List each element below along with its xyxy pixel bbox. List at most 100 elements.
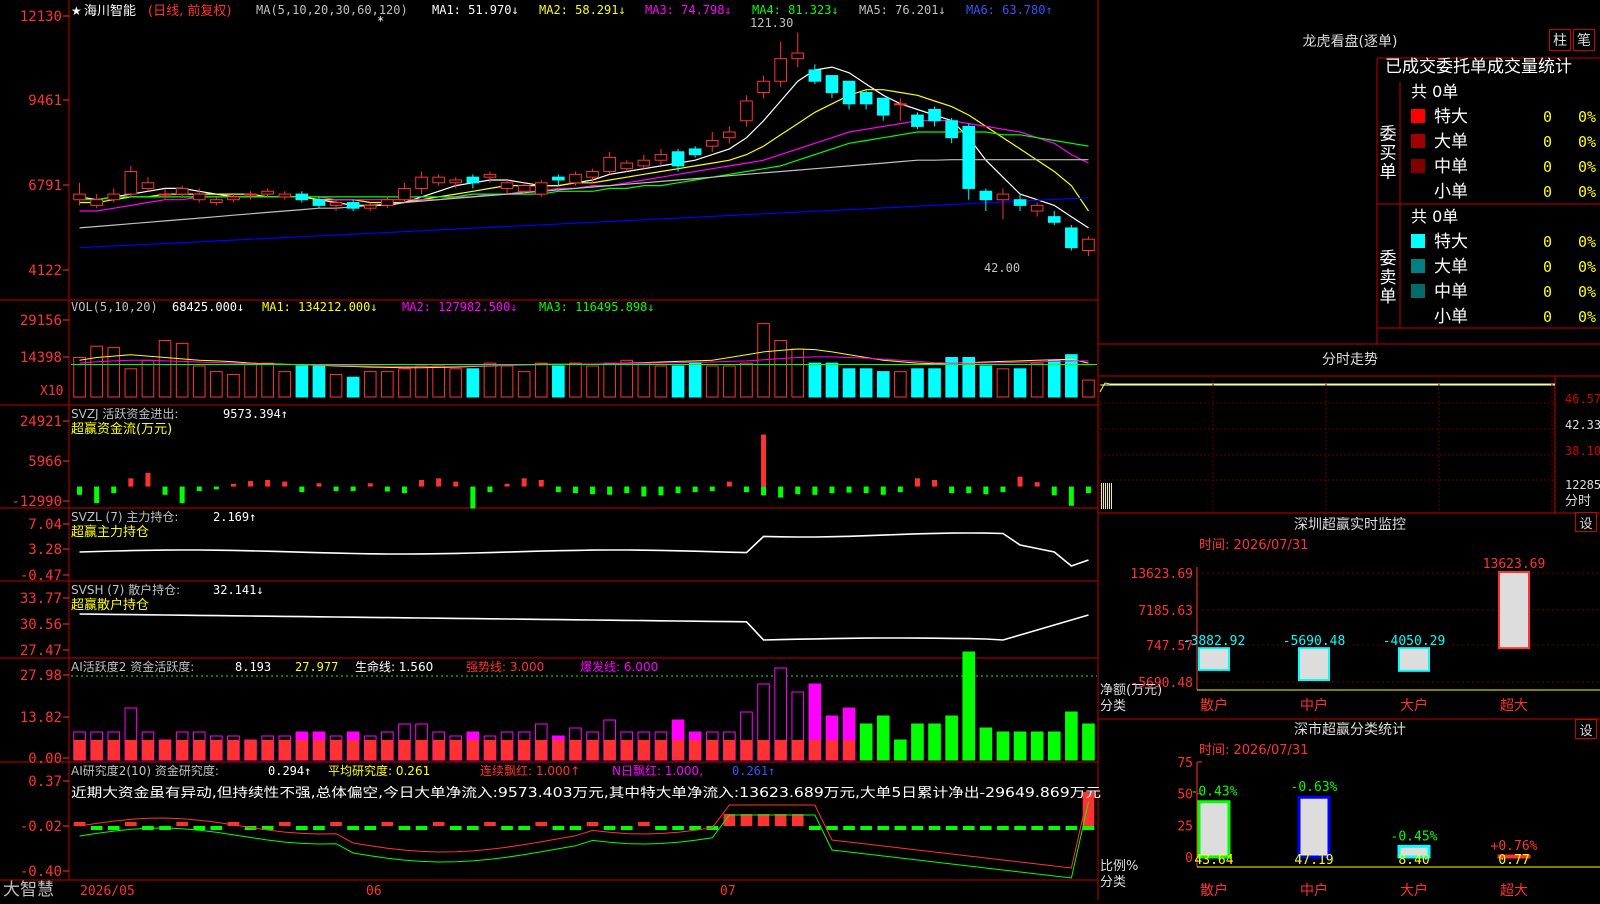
airesearch-bar [774,814,787,826]
sell-row-pct: 0% [1578,258,1596,276]
szstat-change-label: -0.45% [1391,829,1438,844]
volume-bar-down [295,365,309,398]
svzj-bar-outflow [77,486,83,495]
aiact-base-bar [244,740,257,760]
candle [381,196,394,209]
intraday-volume-bar [1109,483,1110,509]
candle-body-up [757,80,770,94]
candle-body-down [1047,216,1061,223]
svzj-tick: -12990 [11,494,62,510]
szmon-settings-button[interactable]: 设 [1575,512,1597,532]
sell-row-count: 0 [1543,233,1552,251]
intraday-volume-bar [1105,483,1106,509]
tick-mode-button[interactable]: 笔 [1573,29,1595,51]
intraday-volume-bar [1107,483,1108,509]
aiact-base-bar [809,740,821,760]
volume-bar-down [312,365,326,398]
airesearch-bar [928,826,941,830]
szstat-y-tick: 75 [1177,756,1193,771]
main-kline-chart[interactable]: 12130 9461 6791 4122 [20,9,1095,279]
aiact-value: 8.193 [235,660,271,674]
airesearch-bar [877,826,890,830]
candle-body-down [859,92,873,105]
candle [979,188,993,212]
airesearch-bar [569,826,582,830]
airesearch-bar [945,826,958,830]
candle-body-up [996,193,1010,201]
candle-body-up [124,171,138,195]
candle-body-up [449,179,463,184]
candle [227,194,240,203]
svzj-bar-inflow [538,479,544,487]
airesearch-bar [552,826,565,830]
sell-row-count: 0 [1543,283,1552,301]
svsh-subtitle: 超赢散户持仓 [71,597,149,613]
aiact-base-bar [980,740,992,760]
candle [740,95,753,127]
svzl-tick: 7.04 [28,517,62,533]
svzj-bar-outflow [333,486,339,491]
svzj-bar-outflow [709,486,715,491]
bar-mode-button[interactable]: 柱 [1549,29,1571,51]
candle-body-up [73,193,86,201]
svzl-chart[interactable]: 7.04 3.28 -0.47 [20,517,1089,584]
buy-row-pct: 0% [1578,183,1596,201]
candle [1030,202,1044,217]
candle-body-up [483,173,497,178]
volume-bar-down [671,365,685,398]
candle-body-down [979,190,993,201]
sell-row-count: 0 [1543,308,1552,326]
svzj-chart[interactable]: 24921 5966 -12990 [11,414,1091,510]
aiact-base-bar [860,740,872,760]
candle-body-up [569,173,582,184]
intraday-y4: 12285 [1565,478,1600,492]
candle-body-down [671,151,685,167]
svzl-tick: 3.28 [28,542,62,558]
candle-body-down [962,125,976,189]
vol-label: VOL(5,10,20) [71,300,158,314]
candle [500,179,514,195]
svzj-bar-inflow [932,479,938,487]
svzj-bar-inflow [367,483,373,487]
buy-row-count: 0 [1543,108,1552,126]
volume-bar-up [261,362,274,398]
aiact-base-bar [415,740,428,760]
aiact-base-bar [757,740,770,760]
svsh-tick: 30.56 [20,617,62,633]
panel-frames [0,0,1600,900]
svzj-subtitle: 超赢资金流(万元) [71,421,172,437]
szstat-settings-button[interactable]: 设 [1575,719,1597,739]
aiact-base-bar [107,740,120,760]
szstat-change-label: -0.63% [1291,780,1338,795]
stock-name[interactable]: 海川智能 [84,4,136,19]
price-ma30-line [79,131,1089,201]
candle [842,80,856,110]
chart-mode[interactable]: (日线, 前复权) [148,3,231,19]
buy-total: 共 0单 [1411,82,1458,101]
ma3-value: MA3: 74.798↓ [645,3,732,17]
volume-bar-up [398,368,411,398]
intraday-y3: 38.10 [1565,444,1600,458]
volume-bar-down [842,368,856,398]
buy-row-swatch [1411,134,1425,148]
aiact-base-bar [1065,740,1078,760]
buy-side-label: 委 [1380,125,1397,145]
candle-body-up [278,193,292,198]
candle-body-up [723,131,736,139]
svsh-chart[interactable]: 33.77 30.56 27.47 [20,591,1089,659]
aiact-base-bar [227,740,240,760]
airesearch-bar [809,826,821,830]
stock-terminal: 12130 9461 6791 4122 29156 14398 24921 5966 -1… [0,0,1600,900]
chart-canvas[interactable]: 12130 9461 6791 4122 29156 14398 24921 5966 -1… [0,0,1600,900]
svzj-bar-outflow [863,486,869,494]
volume-bar-down [928,368,941,398]
volume-bar-down [808,362,822,398]
airesearch-bar [638,822,650,826]
szstat-y-tick: 25 [1177,819,1193,834]
vol-tick: 29156 [20,313,62,329]
candle [466,174,480,189]
svzj-bar-outflow [572,486,578,494]
volume-chart[interactable]: 29156 14398 [20,313,1097,398]
x-label-may: 2026/05 [80,884,135,899]
candle-body-up [894,103,907,106]
